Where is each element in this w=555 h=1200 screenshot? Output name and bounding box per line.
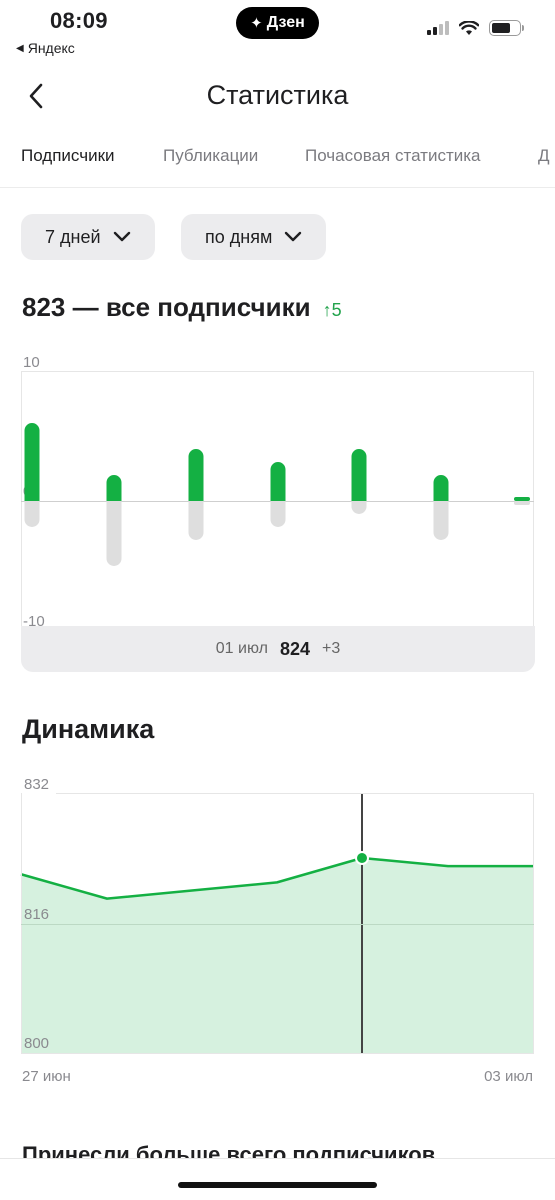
y-tick-label: 800 (24, 1035, 49, 1052)
tooltip-value: 824 (279, 638, 310, 659)
dynamics-area-chart[interactable]: 832 816 800 27 июн 03 июл (0, 770, 555, 1090)
cellular-signal-icon (427, 21, 449, 35)
bar-positive[interactable] (351, 449, 367, 501)
dynamics-heading: Динамика (22, 714, 155, 744)
home-indicator[interactable] (178, 1182, 377, 1188)
chevron-down-icon (285, 231, 302, 242)
tab-publications[interactable]: Публикации (163, 146, 258, 166)
tooltip-delta: +3 (321, 640, 341, 657)
period-value: 7 дней (45, 226, 101, 247)
tab-subscribers[interactable]: Подписчики (21, 146, 115, 166)
chevron-down-icon (113, 231, 130, 242)
tooltip-date: 01 июл (215, 640, 268, 657)
dzen-pill[interactable]: ✦ Дзен (236, 7, 319, 39)
bar-positive[interactable] (106, 475, 122, 501)
top-sources-heading: Принесли больше всего подписчиков (22, 1142, 436, 1158)
bar-positive[interactable] (270, 462, 286, 501)
bar-negative[interactable] (24, 501, 40, 527)
y-tick-label: 10 (23, 354, 40, 371)
subscribers-delta: ↑5 (322, 300, 342, 320)
sparkle-icon: ✦ (250, 15, 263, 32)
bar-tooltip: 01 июл 824 +3 (21, 626, 535, 672)
area-fill (21, 858, 534, 1053)
y-tick-label: 832 (24, 776, 49, 793)
bar-negative[interactable] (188, 501, 204, 540)
highlight-point[interactable] (355, 851, 369, 865)
status-bar: 08:09 ◀ Яндекс ✦ Дзен (0, 0, 555, 62)
page-title: Статистика (206, 80, 349, 110)
bar-positive[interactable] (433, 475, 449, 501)
tab-bar: Подписчики Публикации Почасовая статисти… (0, 140, 555, 188)
bar-negative[interactable] (433, 501, 449, 540)
back-to-app-link[interactable]: ◀ Яндекс (16, 40, 75, 56)
bar-negative[interactable] (351, 501, 367, 514)
battery-icon (489, 20, 524, 36)
dzen-pill-label: Дзен (266, 14, 305, 31)
x-tick-label: 27 июн (22, 1068, 71, 1085)
subscribers-bar-chart[interactable]: 10 0 -10 (0, 348, 555, 638)
bar-negative[interactable] (514, 501, 530, 505)
period-dropdown[interactable]: 7 дней (21, 214, 155, 260)
system-icons (427, 20, 524, 36)
bar-positive[interactable] (188, 449, 204, 501)
status-time: 08:09 (50, 8, 108, 33)
grouping-value: по дням (205, 226, 273, 247)
subscribers-heading: 823 — все подписчики ↑5 (22, 292, 342, 323)
top-header: Статистика (0, 70, 555, 124)
tab-more[interactable]: Д (538, 146, 550, 166)
subscribers-count-title: 823 — все подписчики (22, 292, 311, 322)
bar-positive[interactable] (514, 497, 530, 501)
grouping-dropdown[interactable]: по дням (181, 214, 327, 260)
back-app-label: Яндекс (27, 40, 75, 56)
wifi-icon (459, 20, 479, 35)
y-tick-label: 816 (24, 906, 49, 923)
back-triangle-icon: ◀ (16, 42, 24, 54)
tab-hourly-stats[interactable]: Почасовая статистика (305, 146, 481, 166)
bar-positive[interactable] (24, 423, 40, 501)
bar-negative[interactable] (270, 501, 286, 527)
bar-negative[interactable] (106, 501, 122, 566)
bottom-divider (0, 1158, 555, 1159)
x-tick-label: 03 июл (484, 1068, 533, 1085)
